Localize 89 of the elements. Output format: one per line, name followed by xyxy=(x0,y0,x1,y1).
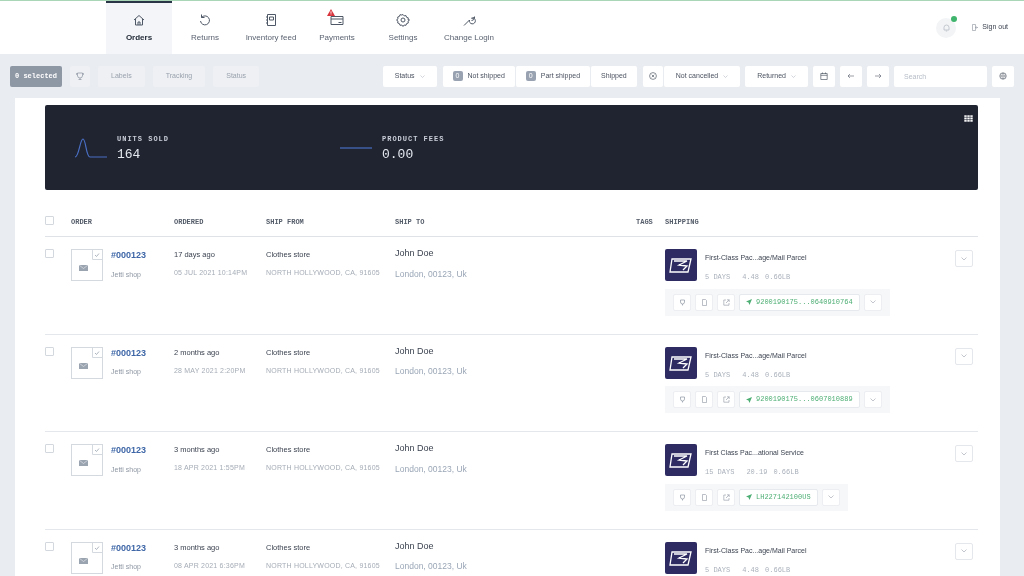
expand-button[interactable] xyxy=(863,293,882,311)
sparkline-icon xyxy=(75,136,107,159)
document-icon xyxy=(700,493,708,501)
order-link[interactable]: #000123 xyxy=(111,347,147,358)
recipient-address: London, 00123, Uk xyxy=(395,267,468,281)
chevron-down-icon xyxy=(961,256,967,261)
arrow-right-icon xyxy=(874,72,882,80)
order-link[interactable]: #000123 xyxy=(111,445,147,455)
recipient-address: London, 00123, Uk xyxy=(395,365,468,378)
share-icon xyxy=(722,396,730,403)
send-icon xyxy=(746,299,752,305)
document-icon xyxy=(700,298,708,306)
recipient-name: John Doe xyxy=(395,247,435,260)
next-button[interactable] xyxy=(867,65,889,87)
nav-tab[interactable]: Change Login xyxy=(436,1,502,54)
document-button[interactable] xyxy=(695,488,713,506)
nav-tab[interactable]: Returns xyxy=(172,1,238,54)
carrier-logo-icon xyxy=(665,249,697,281)
arrow-left-icon xyxy=(847,72,855,80)
recipient-name: John Doe xyxy=(395,442,435,455)
undo-icon xyxy=(198,13,212,27)
gear-icon xyxy=(396,13,410,27)
chevron-down-icon xyxy=(961,354,967,358)
nav-tab[interactable]: Orders xyxy=(106,1,172,54)
table-icon xyxy=(964,115,973,122)
envelope-icon xyxy=(79,362,88,369)
previous-button[interactable] xyxy=(840,65,862,87)
order-link[interactable]: #000123 xyxy=(111,250,147,260)
sparkline-icon xyxy=(340,146,372,149)
filter-button[interactable] xyxy=(673,293,691,311)
envelope-icon xyxy=(79,557,88,564)
chevron-down-icon xyxy=(869,300,876,304)
nav-tab[interactable]: Payments xyxy=(304,1,370,54)
home-icon xyxy=(132,13,146,27)
settings-button[interactable] xyxy=(992,65,1014,87)
share-button[interactable] xyxy=(717,293,735,311)
row-checkbox[interactable] xyxy=(45,541,54,551)
chevron-down-icon xyxy=(827,495,834,499)
row-checkbox[interactable] xyxy=(45,346,54,356)
notebook-icon xyxy=(264,13,278,27)
document-icon xyxy=(700,396,708,403)
select-all-checkbox[interactable] xyxy=(45,216,54,225)
recipient-address: London, 00123, Uk xyxy=(395,560,468,573)
row-checkbox[interactable] xyxy=(45,444,54,453)
share-icon xyxy=(722,493,730,501)
carrier-logo-icon xyxy=(665,346,697,379)
chevron-down-icon xyxy=(869,397,876,402)
document-button[interactable] xyxy=(695,391,713,408)
expand-button[interactable] xyxy=(821,488,840,506)
envelope-icon xyxy=(79,265,88,271)
stat-value: 0.00 xyxy=(382,147,415,161)
clear-filter-button[interactable] xyxy=(642,65,663,87)
close-icon xyxy=(648,72,657,80)
calendar-icon xyxy=(820,72,828,80)
caret-icon xyxy=(419,74,425,78)
filter-button[interactable] xyxy=(70,65,90,87)
sign-out-icon xyxy=(972,24,979,31)
expand-button[interactable] xyxy=(863,391,882,408)
row-checkbox[interactable] xyxy=(45,249,54,258)
chevron-down-icon xyxy=(961,451,967,456)
caret-icon xyxy=(791,74,796,78)
notifications-button[interactable] xyxy=(936,17,957,38)
document-button[interactable] xyxy=(695,293,713,311)
send-icon xyxy=(746,494,752,500)
carrier-logo-icon xyxy=(665,444,697,476)
expand-row-button[interactable] xyxy=(955,542,973,560)
expand-row-button[interactable] xyxy=(955,250,973,267)
expand-row-button[interactable] xyxy=(955,445,973,462)
filter-button[interactable] xyxy=(673,488,691,506)
date-button[interactable] xyxy=(813,65,835,87)
nav-tab[interactable]: Settings xyxy=(370,1,436,54)
bell-icon xyxy=(942,23,950,32)
chevron-down-icon xyxy=(961,549,967,553)
settings-icon xyxy=(999,72,1007,80)
caret-icon xyxy=(723,74,729,78)
recipient-name: John Doe xyxy=(395,344,435,358)
credit-card-icon xyxy=(330,13,344,27)
recipient-address: London, 00123, Uk xyxy=(395,462,468,476)
recipient-name: John Doe xyxy=(395,539,435,553)
send-icon xyxy=(746,396,752,403)
stat-value: 164 xyxy=(117,147,142,161)
expand-row-button[interactable] xyxy=(955,347,973,365)
share-button[interactable] xyxy=(717,391,735,408)
share-button[interactable] xyxy=(717,488,735,506)
share-icon xyxy=(722,298,730,306)
nav-tab[interactable]: Inventory feed xyxy=(238,1,304,54)
order-link[interactable]: #000123 xyxy=(111,542,147,553)
envelope-icon xyxy=(79,460,88,466)
filter-button[interactable] xyxy=(673,391,691,408)
